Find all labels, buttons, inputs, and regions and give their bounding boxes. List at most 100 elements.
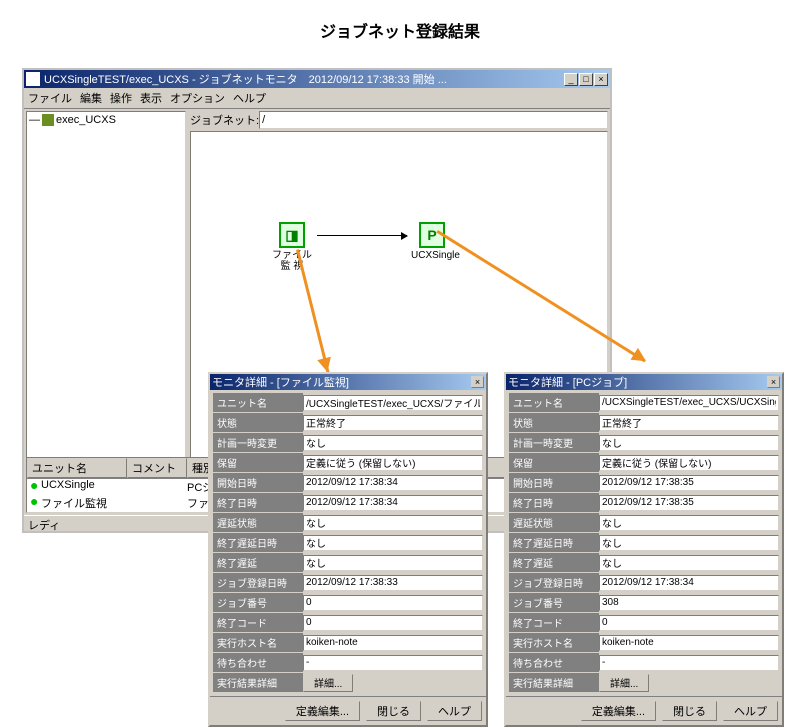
field-state[interactable] [303, 415, 483, 431]
field-plan-change[interactable] [599, 435, 779, 451]
field-start-time[interactable] [599, 475, 779, 491]
label-unit-name: ユニット名 [509, 393, 599, 412]
menu-option[interactable]: オプション [170, 90, 225, 106]
label-end-delay-time: 終了遅延日時 [509, 533, 599, 552]
dialog-title: モニタ詳細 - [ファイル監視] [212, 374, 471, 390]
field-state[interactable] [599, 415, 779, 431]
field-end-delay[interactable] [599, 555, 779, 571]
jobnet-path-input[interactable] [259, 111, 608, 129]
label-end-delay: 終了遅延 [213, 553, 303, 572]
def-edit-button[interactable]: 定義編集... [581, 701, 656, 721]
tree-panel[interactable]: — exec_UCXS [26, 111, 186, 513]
field-hold[interactable] [599, 455, 779, 471]
label-start-time: 開始日時 [213, 473, 303, 492]
field-end-time[interactable] [599, 495, 779, 511]
close-button[interactable]: 閉じる [366, 701, 421, 721]
field-wait[interactable] [599, 655, 779, 671]
window-titlebar[interactable]: UCXSingleTEST/exec_UCXS - ジョブネットモニタ 2012… [24, 70, 610, 88]
field-hold[interactable] [303, 455, 483, 471]
close-button[interactable]: 閉じる [662, 701, 717, 721]
menu-operate[interactable]: 操作 [110, 90, 132, 106]
field-unit-name[interactable] [599, 395, 779, 411]
app-icon [26, 72, 40, 86]
field-start-time[interactable] [303, 475, 483, 491]
cell-comment [127, 479, 187, 495]
minimize-button[interactable]: _ [564, 73, 578, 86]
maximize-button[interactable]: □ [579, 73, 593, 86]
menu-view[interactable]: 表示 [140, 90, 162, 106]
label-job-reg-time: ジョブ登録日時 [213, 573, 303, 592]
dialog-titlebar[interactable]: モニタ詳細 - [PCジョブ] × [506, 374, 782, 390]
field-end-delay[interactable] [303, 555, 483, 571]
jobnet-icon [42, 114, 54, 126]
monitor-detail-dialog-pcjob: モニタ詳細 - [PCジョブ] × ユニット名 状態 計画一時変更 保留 開始日… [504, 372, 784, 727]
label-plan-change: 計画一時変更 [509, 433, 599, 452]
label-end-delay: 終了遅延 [509, 553, 599, 572]
label-exit-code: 終了コード [213, 613, 303, 632]
menu-help[interactable]: ヘルプ [233, 90, 266, 106]
label-result-detail: 実行結果詳細 [509, 673, 599, 692]
label-hold: 保留 [509, 453, 599, 472]
tree-root-item[interactable]: — exec_UCXS [29, 114, 183, 126]
field-wait[interactable] [303, 655, 483, 671]
field-exec-host[interactable] [303, 635, 483, 651]
label-plan-change: 計画一時変更 [213, 433, 303, 452]
label-start-time: 開始日時 [509, 473, 599, 492]
label-end-time: 終了日時 [509, 493, 599, 512]
close-icon[interactable]: × [471, 376, 484, 388]
field-exit-code[interactable] [303, 615, 483, 631]
tree-connector: — [29, 114, 40, 126]
node-file-watch[interactable]: ◨ ファイル監 視 [271, 222, 313, 272]
label-end-delay-time: 終了遅延日時 [213, 533, 303, 552]
jobnet-label: ジョブネット: [190, 112, 259, 128]
file-watch-icon: ◨ [279, 222, 305, 248]
field-delay-state[interactable] [599, 515, 779, 531]
label-wait: 待ち合わせ [213, 653, 303, 672]
field-job-reg-time[interactable] [303, 575, 483, 591]
label-state: 状態 [509, 413, 599, 432]
node-ucxsingle-label: UCXSingle [411, 250, 453, 261]
label-exec-host: 実行ホスト名 [213, 633, 303, 652]
node-ucxsingle[interactable]: P UCXSingle [411, 222, 453, 261]
field-end-delay-time[interactable] [599, 535, 779, 551]
field-plan-change[interactable] [303, 435, 483, 451]
close-icon[interactable]: × [767, 376, 780, 388]
window-title: UCXSingleTEST/exec_UCXS - ジョブネットモニタ 2012… [44, 71, 564, 87]
close-button[interactable]: × [594, 73, 608, 86]
detail-button[interactable]: 詳細... [303, 674, 353, 692]
field-exec-host[interactable] [599, 635, 779, 651]
field-end-time[interactable] [303, 495, 483, 511]
status-dot-icon: ● [27, 495, 39, 511]
label-end-time: 終了日時 [213, 493, 303, 512]
field-end-delay-time[interactable] [303, 535, 483, 551]
field-job-reg-time[interactable] [599, 575, 779, 591]
def-edit-button[interactable]: 定義編集... [285, 701, 360, 721]
label-unit-name: ユニット名 [213, 393, 303, 412]
field-exit-code[interactable] [599, 615, 779, 631]
menubar: ファイル 編集 操作 表示 オプション ヘルプ [24, 88, 610, 109]
grid-header-comment[interactable]: コメント [127, 458, 187, 478]
field-job-num[interactable] [599, 595, 779, 611]
field-job-num[interactable] [303, 595, 483, 611]
detail-button[interactable]: 詳細... [599, 674, 649, 692]
label-job-reg-time: ジョブ登録日時 [509, 573, 599, 592]
field-unit-name[interactable] [303, 395, 483, 411]
help-button[interactable]: ヘルプ [427, 701, 482, 721]
node-file-watch-label: ファイル監 視 [271, 250, 313, 272]
label-hold: 保留 [213, 453, 303, 472]
dialog-title: モニタ詳細 - [PCジョブ] [508, 374, 767, 390]
field-delay-state[interactable] [303, 515, 483, 531]
grid-header-unit[interactable]: ユニット名 [27, 458, 127, 478]
tree-root-label: exec_UCXS [56, 114, 116, 126]
label-exec-host: 実行ホスト名 [509, 633, 599, 652]
help-button[interactable]: ヘルプ [723, 701, 778, 721]
label-delay-state: 遅延状態 [213, 513, 303, 532]
label-state: 状態 [213, 413, 303, 432]
cell-comment [127, 495, 187, 511]
menu-file[interactable]: ファイル [28, 90, 72, 106]
dialog-titlebar[interactable]: モニタ詳細 - [ファイル監視] × [210, 374, 486, 390]
page-title: ジョブネット登録結果 [0, 0, 800, 52]
monitor-detail-dialog-filewatch: モニタ詳細 - [ファイル監視] × ユニット名 状態 計画一時変更 保留 開始… [208, 372, 488, 727]
cell-unit: UCXSingle [39, 479, 127, 495]
menu-edit[interactable]: 編集 [80, 90, 102, 106]
